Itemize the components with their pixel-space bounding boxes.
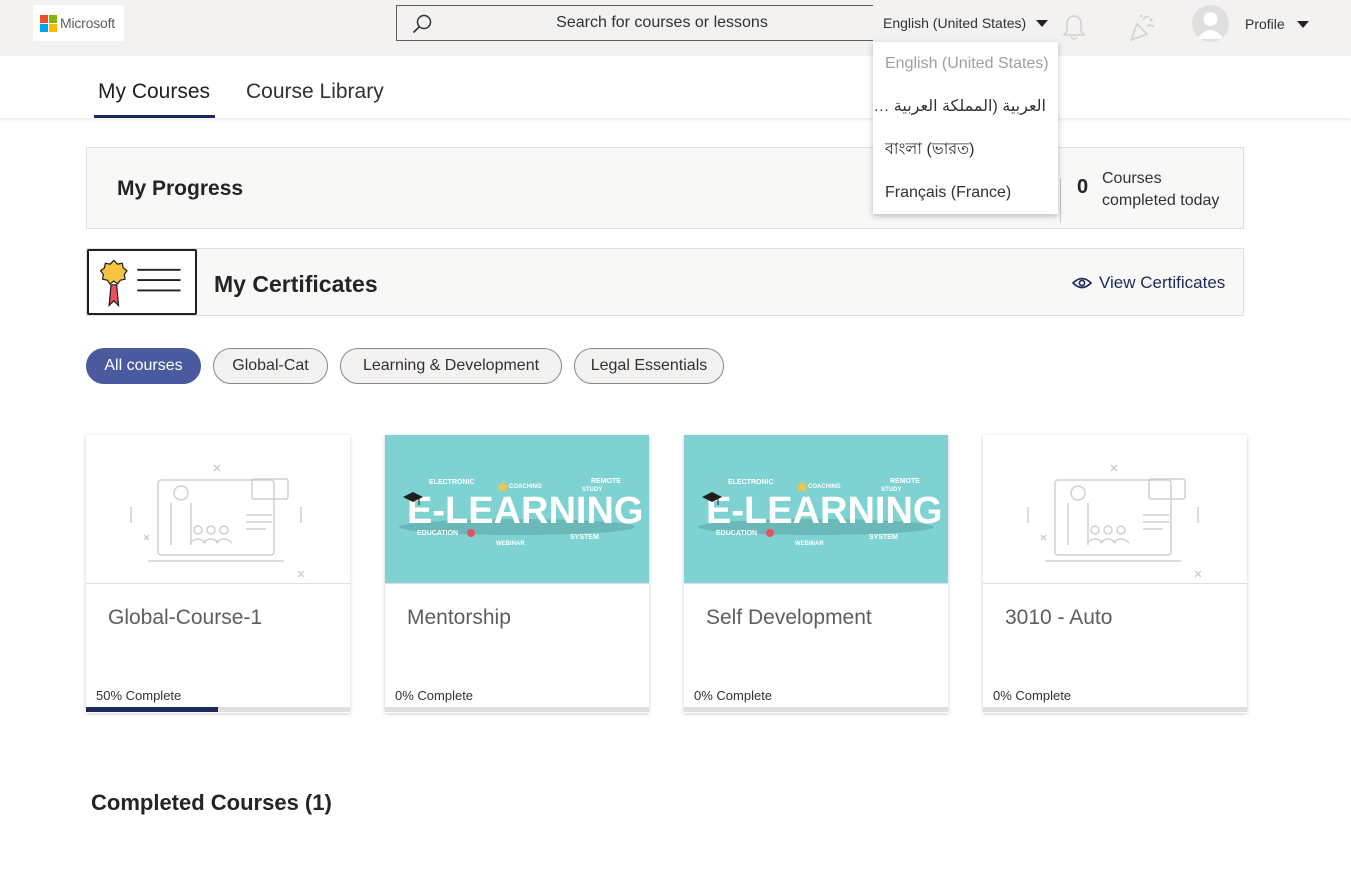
language-select[interactable]: English (United States) — [873, 5, 1058, 41]
bell-icon[interactable] — [1061, 13, 1087, 43]
language-option-en-us[interactable]: English (United States) — [873, 42, 1058, 85]
banner-word-electronic: ELECTRONIC — [728, 479, 774, 486]
progress-divider — [1060, 178, 1061, 223]
course-thumbnail: ELECTRONIC COACHING REMOTE STUDY E-LEARN… — [684, 435, 948, 584]
course-card[interactable]: ELECTRONIC COACHING REMOTE STUDY E-LEARN… — [385, 435, 649, 713]
course-progress-bar — [983, 707, 1247, 712]
banner-word-webinar: WEBINAR — [795, 541, 824, 547]
certificates-card: My Certificates View Certificates — [86, 248, 1244, 316]
course-progress-fill — [86, 707, 218, 712]
language-option-bn-in[interactable]: বাংলা (ভারত) — [873, 128, 1058, 171]
banner-word-system: SYSTEM — [869, 534, 898, 541]
language-option-fr-fr[interactable]: Français (France) — [873, 171, 1058, 214]
e-learning-banner: ELECTRONIC COACHING REMOTE STUDY E-LEARN… — [684, 435, 948, 583]
language-dropdown-menu: English (United States) العربية (المملكة… — [873, 42, 1058, 214]
certificates-title: My Certificates — [214, 271, 378, 297]
banner-word-electronic: ELECTRONIC — [429, 479, 475, 486]
search-input[interactable] — [457, 6, 867, 40]
certificate-icon — [87, 249, 197, 315]
banner-word-webinar: WEBINAR — [496, 541, 525, 547]
view-certificates-label: View Certificates — [1099, 273, 1226, 292]
banner-word-education: EDUCATION — [417, 530, 458, 537]
celebration-icon[interactable] — [1127, 12, 1157, 44]
e-learning-banner-art: ELECTRONIC COACHING REMOTE STUDY E-LEARN… — [399, 478, 643, 547]
course-placeholder-illustration — [1027, 464, 1202, 578]
course-card[interactable]: Global-Course-1 50% Complete — [86, 435, 350, 713]
chevron-down-icon — [1036, 20, 1048, 27]
search-icon — [412, 14, 432, 34]
filter-chip-all-courses[interactable]: All courses — [86, 348, 201, 384]
courses-completed-caption: Courses completed today — [1102, 170, 1220, 209]
view-certificates-link[interactable]: View Certificates — [1072, 273, 1225, 293]
app-root: Microsoft English (United States) — [0, 0, 1351, 876]
course-thumbnail — [983, 435, 1247, 584]
banner-word-remote: REMOTE — [591, 478, 621, 485]
logo-text: Microsoft — [60, 15, 115, 31]
course-title[interactable]: Self Development — [706, 606, 872, 630]
top-bar: Microsoft English (United States) — [0, 0, 1351, 56]
course-thumbnail: ELECTRONIC COACHING REMOTE STUDY E-LEARN… — [385, 435, 649, 584]
filter-chip-global-cat[interactable]: Global-Cat — [213, 348, 328, 384]
banner-word-system: SYSTEM — [570, 534, 599, 541]
profile-label[interactable]: Profile — [1245, 16, 1285, 32]
course-progress-label: 0% Complete — [395, 688, 474, 703]
courses-completed-count: 0 — [1077, 176, 1089, 198]
course-title[interactable]: Global-Course-1 — [108, 606, 262, 630]
course-progress-label: 0% Complete — [694, 688, 773, 703]
filter-chip-learning-development[interactable]: Learning & Development — [340, 348, 562, 384]
microsoft-logo-icon — [40, 14, 57, 32]
active-tab-indicator — [94, 115, 215, 118]
banner-main-text: E-LEARNING — [706, 490, 942, 532]
banner-word-remote: REMOTE — [890, 478, 920, 485]
course-progress-label: 50% Complete — [96, 688, 182, 703]
course-progress-bar — [684, 707, 948, 712]
course-progress-bar — [86, 707, 350, 712]
e-learning-banner: ELECTRONIC COACHING REMOTE STUDY E-LEARN… — [385, 435, 649, 583]
course-card[interactable]: 3010 - Auto 0% Complete — [983, 435, 1247, 713]
microsoft-logo[interactable]: Microsoft — [33, 5, 124, 41]
course-title[interactable]: Mentorship — [407, 606, 511, 630]
tab-my-courses[interactable]: My Courses — [94, 56, 214, 118]
progress-title: My Progress — [117, 177, 244, 200]
tab-course-library[interactable]: Course Library — [242, 56, 388, 118]
user-icon — [1197, 12, 1224, 39]
course-progress-bar — [385, 707, 649, 712]
course-card[interactable]: ELECTRONIC COACHING REMOTE STUDY E-LEARN… — [684, 435, 948, 713]
course-placeholder-illustration — [130, 464, 305, 578]
language-select-value: English (United States) — [883, 15, 1027, 31]
course-thumbnail — [86, 435, 350, 584]
eye-icon — [1072, 277, 1092, 289]
profile-chevron-down-icon[interactable] — [1297, 21, 1309, 28]
tab-bar: My Courses Course Library — [0, 56, 1351, 118]
language-option-ar-sa[interactable]: العربية (المملكة العربية السعودية) — [873, 85, 1058, 128]
course-progress-label: 0% Complete — [993, 688, 1072, 703]
course-title[interactable]: 3010 - Auto — [1005, 606, 1112, 630]
search-box[interactable] — [396, 5, 886, 41]
filter-chip-legal-essentials[interactable]: Legal Essentials — [574, 348, 724, 384]
banner-main-text: E-LEARNING — [407, 490, 643, 532]
e-learning-banner-art: ELECTRONIC COACHING REMOTE STUDY E-LEARN… — [698, 478, 942, 547]
avatar[interactable] — [1192, 5, 1229, 42]
completed-courses-title: Completed Courses (1) — [91, 790, 332, 815]
banner-word-education: EDUCATION — [716, 530, 757, 537]
progress-card: My Progress 0 Courses completed today — [86, 147, 1244, 229]
